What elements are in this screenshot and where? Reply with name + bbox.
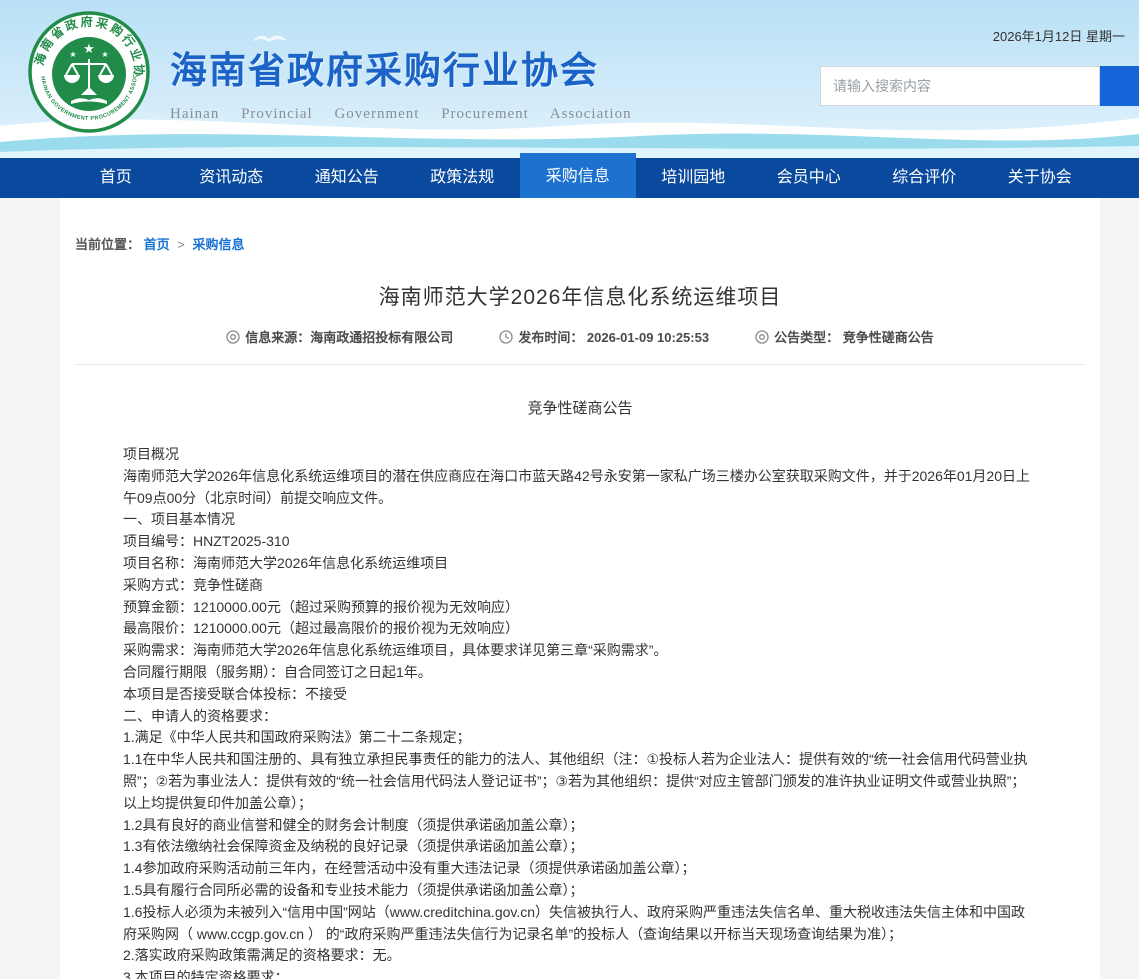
meta-type-text: 公告类型： 竞争性磋商公告: [774, 327, 934, 346]
nav-item[interactable]: 培训园地: [636, 158, 752, 198]
article-paragraph: 海南师范大学2026年信息化系统运维项目的潜在供应商应在海口市蓝天路42号永安第…: [123, 466, 1037, 510]
article-paragraph: 项目名称：海南师范大学2026年信息化系统运维项目: [123, 553, 1037, 575]
nav-item[interactable]: 通知公告: [289, 158, 405, 198]
nav-item[interactable]: 综合评价: [867, 158, 983, 198]
eye-icon: [755, 330, 769, 344]
article-paragraph: 项目编号：HNZT2025-310: [123, 531, 1037, 553]
meta-time: 发布时间： 2026-01-09 10:25:53: [499, 327, 709, 346]
nav-item[interactable]: 资讯动态: [174, 158, 290, 198]
search-box: [820, 66, 1100, 106]
breadcrumb: 当前位置： 首页 > 采购信息: [75, 198, 1085, 253]
article-paragraph: 本项目是否接受联合体投标：不接受: [123, 684, 1037, 706]
content-card: 当前位置： 首页 > 采购信息 海南师范大学2026年信息化系统运维项目 信息来…: [60, 198, 1100, 979]
logo-emblem-icon: 海南省政府采购行业协会 HAINAN GOVERNMENT PROCUREMEN…: [28, 11, 150, 133]
article-paragraph: 1.5具有履行合同所必需的设备和专业技术能力（须提供承诺函加盖公章）；: [123, 880, 1037, 902]
main-navigation: 首页 资讯动态 通知公告 政策法规 采购信息 培训园地 会员中心 综合评价 关于…: [0, 158, 1139, 198]
nav-item[interactable]: 关于协会: [982, 158, 1098, 198]
article-paragraph: 3.本项目的特定资格要求：: [123, 967, 1037, 979]
article-meta: 信息来源：海南政通招投标有限公司 发布时间： 2026-01-09 10:25:…: [75, 327, 1085, 346]
site-subtitle: Hainan Provincial Government Procurement…: [170, 106, 632, 123]
article-paragraph: 1.2具有良好的商业信誉和健全的财务会计制度（须提供承诺函加盖公章）；: [123, 815, 1037, 837]
meta-time-text: 发布时间： 2026-01-09 10:25:53: [518, 327, 709, 346]
site-title-block: 海南省政府采购行业协会 Hainan Provincial Government…: [170, 40, 632, 123]
eye-icon: [226, 330, 240, 344]
nav-item[interactable]: 采购信息: [520, 153, 636, 198]
meta-type: 公告类型： 竞争性磋商公告: [755, 327, 934, 346]
meta-source-text: 信息来源：海南政通招投标有限公司: [245, 327, 453, 346]
article-paragraph: 合同履行期限（服务期）：自合同签订之日起1年。: [123, 662, 1037, 684]
article-body: 项目概况 海南师范大学2026年信息化系统运维项目的潜在供应商应在海口市蓝天路4…: [123, 444, 1037, 979]
article-paragraph: 1.3有依法缴纳社会保障资金及纳税的良好记录（须提供承诺函加盖公章）；: [123, 836, 1037, 858]
site-title: 海南省政府采购行业协会: [170, 40, 632, 94]
svg-text:★: ★: [101, 50, 108, 59]
svg-text:★: ★: [83, 41, 95, 56]
article-paragraph: 采购方式：竞争性磋商: [123, 575, 1037, 597]
association-logo[interactable]: 海南省政府采购行业协会 HAINAN GOVERNMENT PROCUREMEN…: [28, 11, 150, 133]
article-paragraph: 一、项目基本情况: [123, 509, 1037, 531]
article-paragraph: 采购需求：海南师范大学2026年信息化系统运维项目，具体要求详见第三章“采购需求…: [123, 640, 1037, 662]
article-paragraph: 二、申请人的资格要求：: [123, 706, 1037, 728]
site-header: 海南省政府采购行业协会 HAINAN GOVERNMENT PROCUREMEN…: [0, 0, 1139, 158]
nav-item[interactable]: 政策法规: [405, 158, 521, 198]
breadcrumb-separator: >: [173, 237, 189, 252]
clock-icon: [499, 330, 513, 344]
article-title: 海南师范大学2026年信息化系统运维项目: [75, 281, 1085, 311]
article-paragraph: 2.落实政府采购政策需满足的资格要求：无。: [123, 945, 1037, 967]
notice-heading: 竞争性磋商公告: [75, 397, 1085, 418]
article-paragraph: 最高限价：1210000.00元（超过最高限价的报价视为无效响应）: [123, 618, 1037, 640]
article-paragraph: 项目概况: [123, 444, 1037, 466]
svg-text:★: ★: [69, 50, 76, 59]
breadcrumb-current-link[interactable]: 采购信息: [193, 237, 245, 252]
article-paragraph: 1.6投标人必须为未被列入“信用中国”网站（www.creditchina.go…: [123, 902, 1037, 946]
nav-item[interactable]: 首页: [58, 158, 174, 198]
breadcrumb-home-link[interactable]: 首页: [144, 237, 170, 252]
search-input[interactable]: [821, 67, 1099, 105]
search-button[interactable]: [1100, 66, 1139, 106]
meta-source: 信息来源：海南政通招投标有限公司: [226, 327, 453, 346]
meta-divider: [75, 364, 1085, 365]
article-paragraph: 1.满足《中华人民共和国政府采购法》第二十二条规定；: [123, 727, 1037, 749]
breadcrumb-label: 当前位置：: [75, 237, 140, 252]
nav-item[interactable]: 会员中心: [751, 158, 867, 198]
article-paragraph: 1.4参加政府采购活动前三年内，在经营活动中没有重大违法记录（须提供承诺函加盖公…: [123, 858, 1037, 880]
article-paragraph: 1.1在中华人民共和国注册的、具有独立承担民事责任的能力的法人、其他组织（注：①…: [123, 749, 1037, 814]
article-paragraph: 预算金额：1210000.00元（超过采购预算的报价视为无效响应）: [123, 597, 1037, 619]
page-body: 当前位置： 首页 > 采购信息 海南师范大学2026年信息化系统运维项目 信息来…: [0, 198, 1139, 979]
current-date: 2026年1月12日 星期一: [993, 26, 1125, 45]
